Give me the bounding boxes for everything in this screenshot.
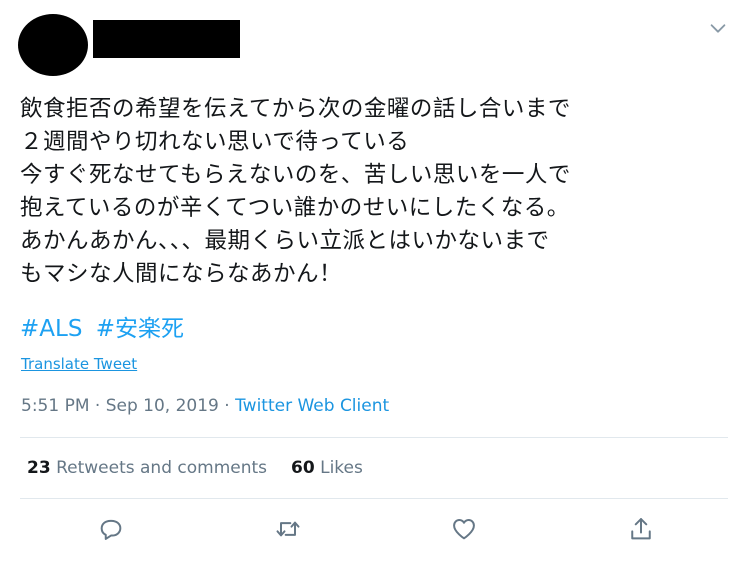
tweet-text-line: あかんあかん、、、最期くらい立派とはいかないまで (20, 228, 550, 254)
meta-separator: · (218, 396, 236, 416)
likes-label: Likes (320, 458, 363, 478)
heart-icon[interactable] (450, 515, 478, 543)
tweet-text-line: 飲食拒否の希望を伝えてから次の金曜の話し合いまで (20, 96, 571, 122)
divider (20, 498, 728, 499)
tweet-date[interactable]: Sep 10, 2019 (106, 396, 219, 416)
reply-icon[interactable] (97, 515, 125, 543)
chevron-down-icon[interactable] (707, 17, 729, 39)
tweet-text-line: 今すぐ死なせてもらえないのを、苦しい思いを一人で (20, 162, 571, 188)
likes-count: 60 (291, 458, 315, 478)
tweet-client[interactable]: Twitter Web Client (235, 396, 389, 416)
share-icon[interactable] (627, 515, 655, 543)
likes-stat[interactable]: 60 Likes (291, 458, 363, 478)
tweet-actions (0, 515, 750, 545)
tweet-metadata: 5:51 PM · Sep 10, 2019 · Twitter Web Cli… (21, 394, 389, 418)
retweets-stat[interactable]: 23 Retweets and comments (27, 458, 267, 478)
meta-separator: · (89, 396, 106, 416)
tweet-time[interactable]: 5:51 PM (21, 396, 90, 416)
retweet-icon[interactable] (274, 515, 302, 543)
tweet-text-line: もマシな人間にならなあかん！ (20, 261, 343, 287)
hashtag-als[interactable]: #ALS (20, 316, 82, 342)
tweet-text-line: 抱えているのが辛くてつい誰かのせいにしたくなる。 (20, 195, 570, 221)
tweet-text-line: ２週間やり切れない思いで待っている (20, 129, 410, 155)
avatar[interactable] (18, 14, 88, 76)
translate-tweet-link[interactable]: Translate Tweet (21, 354, 137, 374)
hashtag-anrakushi[interactable]: #安楽死 (96, 316, 184, 342)
tweet-stats: 23 Retweets and comments 60 Likes (27, 456, 363, 480)
retweets-label: Retweets and comments (56, 458, 268, 478)
redacted-user-name (93, 20, 240, 58)
divider (20, 437, 728, 438)
hashtags: #ALS #安楽死 (20, 313, 190, 345)
retweets-count: 23 (27, 458, 51, 478)
tweet-text: 飲食拒否の希望を伝えてから次の金曜の話し合いまで ２週間やり切れない思いで待って… (20, 93, 740, 291)
